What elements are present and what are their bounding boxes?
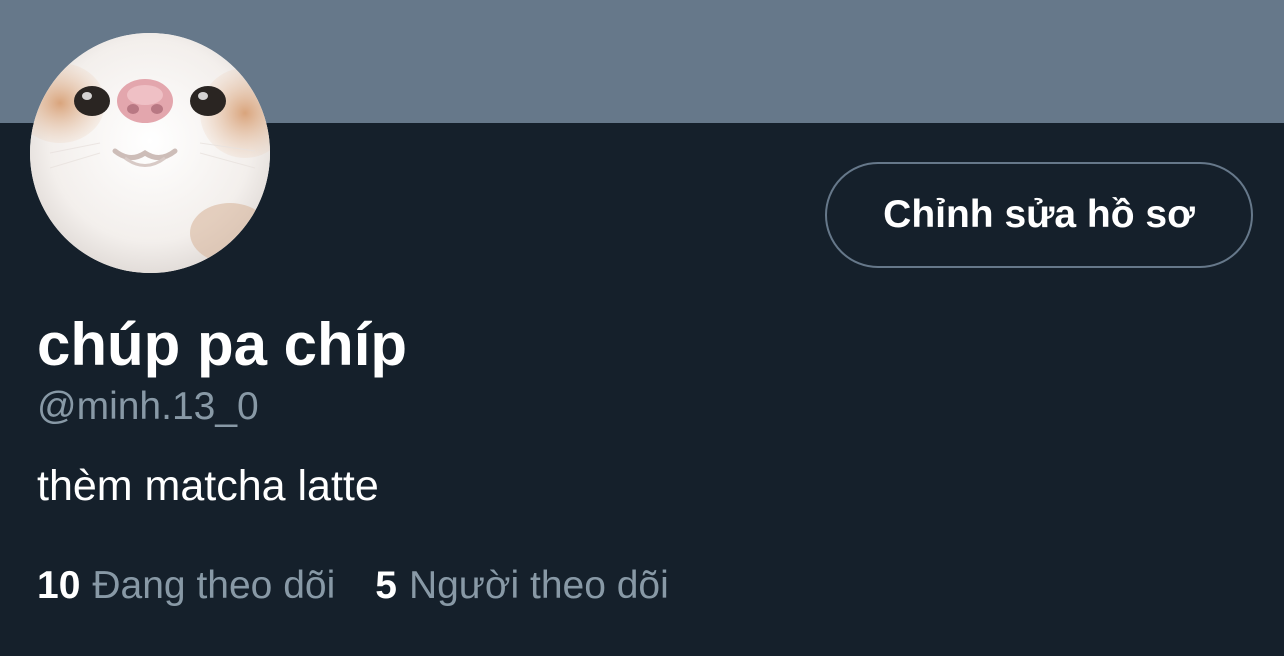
followers-label: Người theo dõi [408,564,669,607]
following-count: 10 [37,564,81,607]
edit-profile-button[interactable]: Chỉnh sửa hồ sơ [825,162,1253,268]
following-label: Đang theo dõi [92,564,336,607]
profile-bio: thèm matcha latte [37,462,379,510]
followers-stat[interactable]: 5 Người theo dõi [375,562,669,610]
profile-handle: @minh.13_0 [37,385,259,428]
profile-display-name: chúp pa chíp [37,311,408,378]
followers-count: 5 [375,564,397,607]
profile-avatar[interactable] [30,33,270,273]
cat-face-image [30,33,270,273]
profile-stats: 10 Đang theo dõi 5 Người theo dõi [37,562,669,610]
following-stat[interactable]: 10 Đang theo dõi [37,562,335,610]
